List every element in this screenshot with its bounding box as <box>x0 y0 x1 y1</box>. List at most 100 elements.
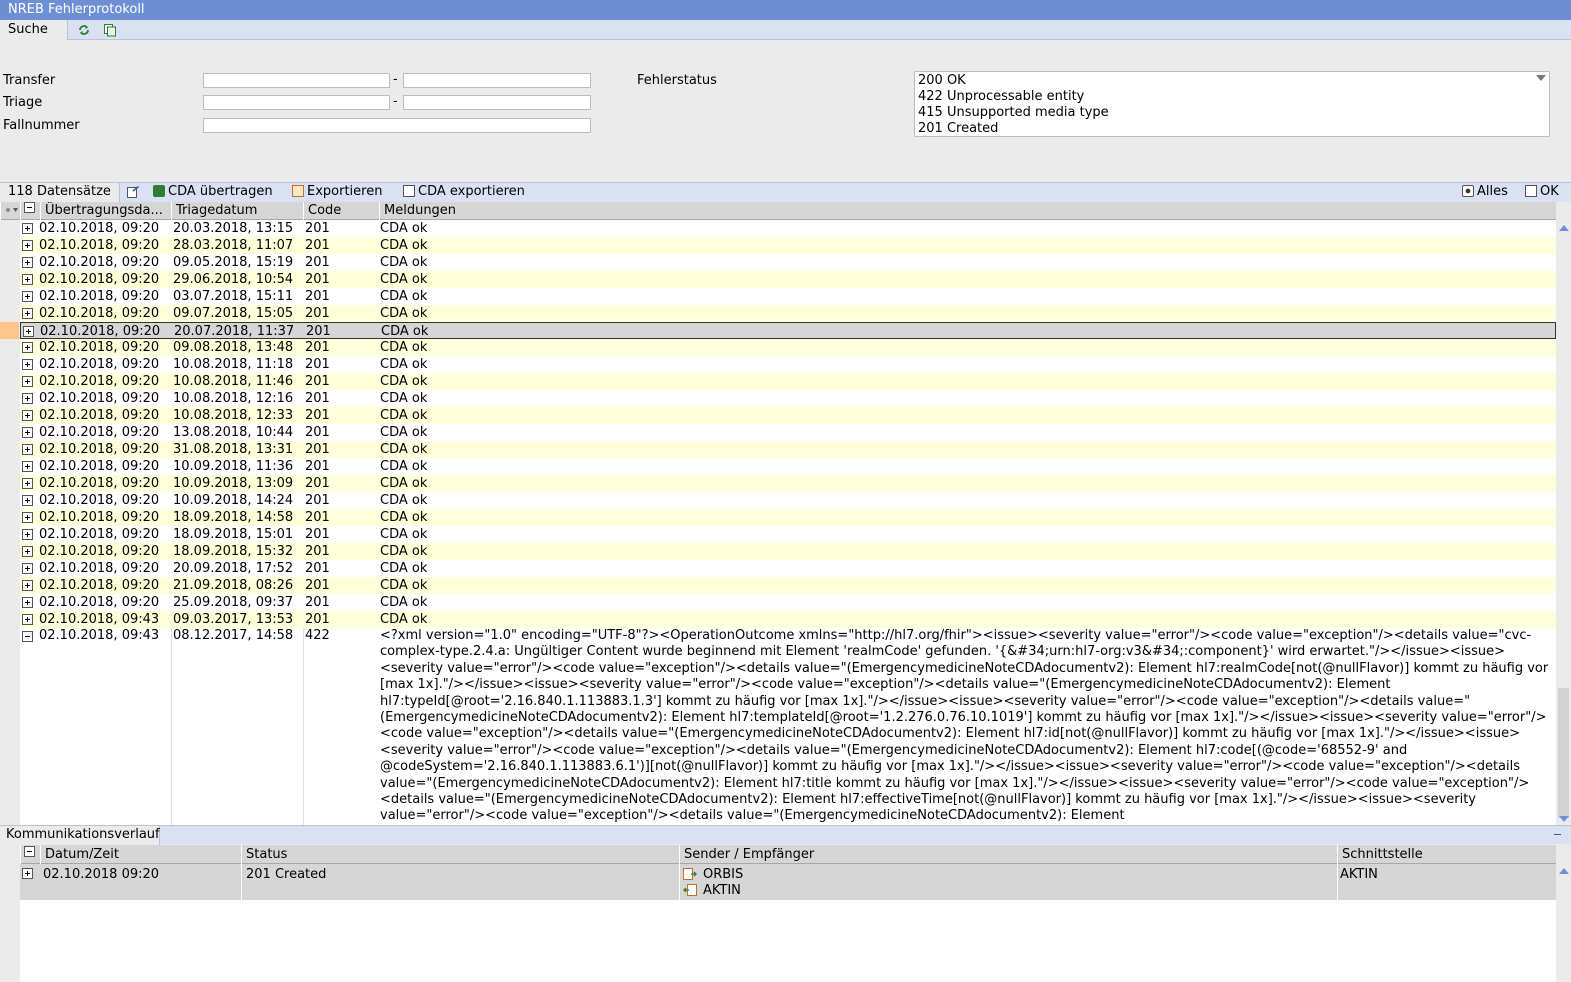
comm-col-datetime[interactable]: Datum/Zeit <box>40 845 241 864</box>
cell-message: CDA ok <box>380 255 428 270</box>
expand-all-icon[interactable] <box>20 202 40 220</box>
comm-scrollbar[interactable] <box>1556 864 1571 982</box>
expand-row-icon[interactable] <box>22 512 33 523</box>
expand-row-icon[interactable] <box>22 597 33 608</box>
tab-suche[interactable]: Suche <box>0 20 68 40</box>
table-row[interactable]: 02.10.2018, 09:20 13.08.2018, 10:44 201 CDA… <box>20 424 1556 441</box>
table-row[interactable]: 02.10.2018, 09:20 20.09.2018, 17:52 201 CDA… <box>20 560 1556 577</box>
status-option[interactable]: 200 OK <box>918 73 966 89</box>
table-row[interactable]: 02.10.2018, 09:20 20.07.2018, 11:37 201 CDA… <box>20 322 1556 339</box>
table-row[interactable]: 02.10.2018, 09:20 29.06.2018, 10:54 201 CDA… <box>20 271 1556 288</box>
expand-row-icon[interactable] <box>22 342 33 353</box>
col-header-code[interactable]: Code <box>303 202 379 220</box>
scroll-up-icon[interactable] <box>1559 225 1569 231</box>
transfer-from-input[interactable] <box>203 73 390 88</box>
col-header-messages[interactable]: Meldungen <box>379 202 1556 220</box>
table-row[interactable]: 02.10.2018, 09:20 20.03.2018, 13:15 201 CDA… <box>20 220 1556 237</box>
table-row[interactable]: 02.10.2018, 09:20 10.08.2018, 12:33 201 CDA… <box>20 407 1556 424</box>
comm-col-interface[interactable]: Schnittstelle <box>1337 845 1556 864</box>
comm-scroll-up-icon[interactable] <box>1559 868 1569 874</box>
cell-code: 201 <box>305 561 330 576</box>
table-row[interactable]: 02.10.2018, 09:20 21.09.2018, 08:26 201 CDA… <box>20 577 1556 594</box>
cda-transfer-button[interactable]: CDA übertragen <box>153 183 273 201</box>
expand-row-icon[interactable] <box>22 240 33 251</box>
grid-scroll-thumb[interactable] <box>1558 688 1569 818</box>
cell-code: 201 <box>305 238 330 253</box>
table-row[interactable]: 02.10.2018, 09:43 09.03.2017, 13:53 201 CDA… <box>20 611 1556 628</box>
expand-row-icon[interactable] <box>22 427 33 438</box>
minimize-icon[interactable] <box>1554 834 1561 835</box>
expand-row-icon[interactable] <box>22 291 33 302</box>
table-row[interactable]: 02.10.2018, 09:20 31.08.2018, 13:31 201 CDA… <box>20 441 1556 458</box>
table-row[interactable]: 02.10.2018, 09:20 10.09.2018, 11:36 201 CDA… <box>20 458 1556 475</box>
fallnummer-input[interactable] <box>203 118 591 133</box>
comm-table-row[interactable]: 02.10.2018 09:20 201 Created ORBIS AKTIN… <box>20 864 1556 900</box>
table-row[interactable]: 02.10.2018, 09:20 09.07.2018, 15:05 201 CDA… <box>20 305 1556 322</box>
cell-message: CDA ok <box>380 561 428 576</box>
table-row[interactable]: 02.10.2018, 09:20 09.08.2018, 13:48 201 CDA… <box>20 339 1556 356</box>
expand-row-icon[interactable] <box>22 614 33 625</box>
expand-row-icon[interactable] <box>22 546 33 557</box>
table-row[interactable]: 02.10.2018, 09:20 10.08.2018, 11:18 201 CDA… <box>20 356 1556 373</box>
table-row[interactable]: 02.10.2018, 09:20 03.07.2018, 15:11 201 CDA… <box>20 288 1556 305</box>
status-option[interactable]: 201 Created <box>918 121 998 137</box>
expand-row-icon[interactable] <box>22 257 33 268</box>
table-row[interactable]: 02.10.2018, 09:20 10.09.2018, 13:09 201 CDA… <box>20 475 1556 492</box>
expand-row-icon[interactable] <box>22 376 33 387</box>
col-header-transfer[interactable]: Übertragungsda... <box>40 202 171 220</box>
copy-icon[interactable] <box>103 23 117 37</box>
expand-row-icon[interactable] <box>22 529 33 540</box>
fehlerstatus-list[interactable]: 200 OK 422 Unprocessable entity 415 Unsu… <box>914 71 1550 137</box>
cell-message: CDA ok <box>380 272 428 287</box>
table-row[interactable]: 02.10.2018, 09:20 28.03.2018, 11:07 201 CDA… <box>20 237 1556 254</box>
grid-scrollbar[interactable] <box>1556 220 1571 825</box>
expand-row-icon[interactable] <box>22 308 33 319</box>
sort-menu-icon[interactable] <box>0 202 20 220</box>
table-row[interactable]: 02.10.2018, 09:20 10.09.2018, 14:24 201 CDA… <box>20 492 1556 509</box>
comm-col-status[interactable]: Status <box>241 845 679 864</box>
expand-row-icon[interactable] <box>22 359 33 370</box>
transfer-to-input[interactable] <box>403 73 591 88</box>
refresh-icon[interactable] <box>77 23 91 37</box>
column-settings-icon[interactable] <box>126 185 140 199</box>
scroll-down-icon[interactable] <box>1559 816 1569 822</box>
table-row[interactable]: 02.10.2018, 09:20 25.09.2018, 09:37 201 CDA… <box>20 594 1556 611</box>
cell-triage: 31.08.2018, 13:31 <box>173 442 294 457</box>
results-grid: 02.10.2018, 09:20 20.03.2018, 13:15 201 CDA… <box>0 220 1556 825</box>
collapse-row-icon[interactable] <box>22 631 33 642</box>
table-row-expanded[interactable]: 02.10.2018, 09:43 08.12.2017, 14:58 422 … <box>20 628 1556 825</box>
triage-range-separator: - <box>393 94 398 109</box>
expand-row-icon[interactable] <box>22 393 33 404</box>
table-row[interactable]: 02.10.2018, 09:20 09.05.2018, 15:19 201 CDA… <box>20 254 1556 271</box>
chevron-down-icon[interactable] <box>1536 75 1546 81</box>
filter-all-radio[interactable]: Alles <box>1462 183 1508 201</box>
expand-row-icon[interactable] <box>22 444 33 455</box>
cell-message: CDA ok <box>380 476 428 491</box>
col-header-triage[interactable]: Triagedatum <box>171 202 303 220</box>
expand-row-icon[interactable] <box>22 563 33 574</box>
triage-from-input[interactable] <box>203 95 390 110</box>
tab-kommunikationsverlauf[interactable]: Kommunikationsverlauf <box>0 826 160 845</box>
table-row[interactable]: 02.10.2018, 09:20 10.08.2018, 11:46 201 CDA… <box>20 373 1556 390</box>
cda-export-button[interactable]: CDA exportieren <box>403 183 525 201</box>
expand-row-icon[interactable] <box>22 274 33 285</box>
expand-row-icon[interactable] <box>23 326 34 337</box>
expand-row-icon[interactable] <box>22 223 33 234</box>
expand-row-icon[interactable] <box>22 461 33 472</box>
status-option[interactable]: 422 Unprocessable entity <box>918 89 1084 105</box>
table-row[interactable]: 02.10.2018, 09:20 18.09.2018, 15:01 201 CDA… <box>20 526 1556 543</box>
expand-row-icon[interactable] <box>22 495 33 506</box>
table-row[interactable]: 02.10.2018, 09:20 10.08.2018, 12:16 201 CDA… <box>20 390 1556 407</box>
expand-row-icon[interactable] <box>22 478 33 489</box>
triage-to-input[interactable] <box>403 95 591 110</box>
status-option[interactable]: 415 Unsupported media type <box>918 105 1109 121</box>
expand-row-icon[interactable] <box>22 410 33 421</box>
table-row[interactable]: 02.10.2018, 09:20 18.09.2018, 14:58 201 CDA… <box>20 509 1556 526</box>
expand-row-icon[interactable] <box>22 868 33 879</box>
comm-expand-all-icon[interactable] <box>20 845 40 864</box>
comm-col-sender-receiver[interactable]: Sender / Empfänger <box>679 845 1337 864</box>
export-button[interactable]: Exportieren <box>292 183 382 201</box>
filter-ok-checkbox[interactable]: OK <box>1525 183 1559 201</box>
expand-row-icon[interactable] <box>22 580 33 591</box>
table-row[interactable]: 02.10.2018, 09:20 18.09.2018, 15:32 201 CDA… <box>20 543 1556 560</box>
